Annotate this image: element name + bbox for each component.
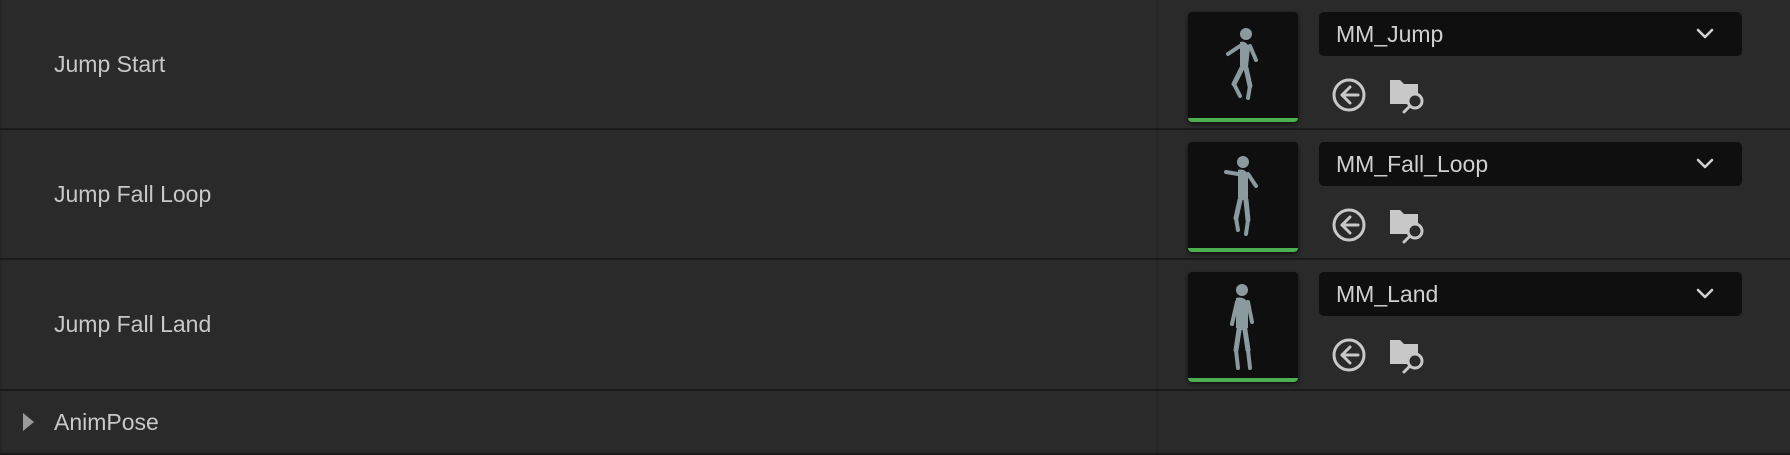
property-row-jump-fall-land: Jump Fall Land MM_Land (0, 260, 1790, 389)
property-value-cell: MM_Jump (1158, 0, 1790, 128)
use-selected-arrow-icon[interactable] (1328, 204, 1370, 246)
use-selected-arrow-icon[interactable] (1328, 334, 1370, 376)
property-label: Jump Fall Land (54, 311, 212, 337)
asset-picker-combo[interactable]: MM_Land (1319, 272, 1742, 316)
asset-picker-combo[interactable]: MM_Fall_Loop (1319, 142, 1742, 186)
asset-thumbnail[interactable] (1188, 272, 1298, 382)
character-pose-icon (1230, 284, 1254, 370)
asset-type-bar (1188, 248, 1298, 252)
chevron-down-icon (1696, 158, 1714, 169)
property-value-cell (1158, 391, 1790, 453)
group-label: AnimPose (54, 408, 159, 435)
asset-picker-combo[interactable]: MM_Jump (1319, 12, 1742, 56)
asset-type-bar (1188, 118, 1298, 122)
property-group-animpose[interactable]: AnimPose (0, 391, 1790, 453)
property-name-cell: AnimPose (2, 391, 1156, 453)
asset-picker-value: MM_Fall_Loop (1336, 150, 1489, 177)
browse-folder-search-icon[interactable] (1386, 334, 1428, 376)
character-pose-icon (1224, 156, 1258, 236)
asset-thumbnail[interactable] (1188, 142, 1298, 252)
property-row-jump-start: Jump Start MM_Jump (0, 0, 1790, 128)
property-value-cell: MM_Fall_Loop (1158, 130, 1790, 258)
property-name-cell: Jump Fall Loop (2, 130, 1156, 258)
asset-type-bar (1188, 378, 1298, 382)
expand-arrow-icon[interactable] (20, 411, 36, 433)
use-selected-arrow-icon[interactable] (1328, 74, 1370, 116)
character-pose-icon (1226, 28, 1258, 100)
browse-folder-search-icon[interactable] (1386, 204, 1428, 246)
property-row-jump-fall-loop: Jump Fall Loop MM_Fall_Loop (0, 130, 1790, 258)
asset-picker-value: MM_Land (1336, 280, 1439, 307)
asset-picker-value: MM_Jump (1336, 20, 1444, 47)
chevron-down-icon (1696, 288, 1714, 299)
details-panel: Jump Start MM_Jump Jump Fall Loop MM_Fal… (0, 0, 1790, 455)
browse-folder-search-icon[interactable] (1386, 74, 1428, 116)
property-label: Jump Fall Loop (54, 180, 212, 207)
asset-thumbnail[interactable] (1188, 12, 1298, 122)
property-name-cell: Jump Start (2, 0, 1156, 128)
property-name-cell: Jump Fall Land (2, 260, 1156, 389)
property-value-cell: MM_Land (1158, 260, 1790, 389)
property-label: Jump Start (54, 50, 166, 77)
chevron-down-icon (1696, 28, 1714, 39)
